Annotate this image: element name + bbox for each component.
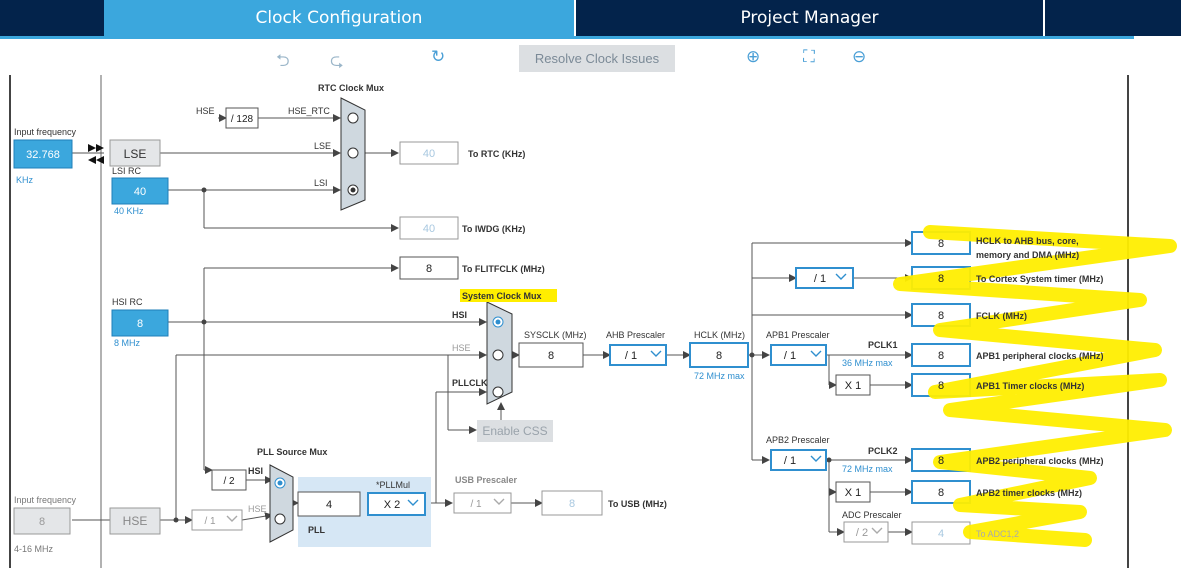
system-clock-mux-title: System Clock Mux <box>462 291 542 301</box>
pll-hsi-label: HSI <box>248 466 263 476</box>
adc-value: 4 <box>938 528 944 540</box>
lsi-rc-title: LSI RC <box>112 166 142 176</box>
apb1-peripheral-label: APB1 peripheral clocks (MHz) <box>976 351 1104 361</box>
apb1-prescaler-value: / 1 <box>784 350 796 362</box>
hclk-ahb-label-2: memory and DMA (MHz) <box>976 250 1079 260</box>
apb1-timer-multiplier: X 1 <box>845 380 862 392</box>
to-iwdg-label: To IWDG (KHz) <box>462 224 525 234</box>
hsi-value: 8 <box>137 318 143 330</box>
apb1-prescaler-label: APB1 Prescaler <box>766 330 830 340</box>
rtc-hse-label: HSE <box>196 106 215 116</box>
flitfclk-value: 8 <box>426 263 432 275</box>
fclk-label: FCLK (MHz) <box>976 311 1027 321</box>
input-frequency-label: Input frequency <box>14 127 77 137</box>
hse-rtc-label: HSE_RTC <box>288 106 330 116</box>
adc-prescaler-value: / 2 <box>856 527 868 539</box>
hsi-sub: 8 MHz <box>114 338 141 348</box>
hse-label: HSE <box>123 514 148 528</box>
hclk-label: HCLK (MHz) <box>694 330 745 340</box>
pll-hse-label: HSE <box>248 504 267 514</box>
usb-prescaler-value: / 1 <box>470 499 482 510</box>
sysclk-value: 8 <box>548 350 554 362</box>
rtc-div-128: / 128 <box>231 114 254 125</box>
cortex-divider-value: / 1 <box>814 273 826 285</box>
to-adc-label: To ADC1,2 <box>976 529 1019 539</box>
hse-range: 4-16 MHz <box>14 544 54 554</box>
usb-value: 8 <box>569 498 575 510</box>
lsi-sub: 40 KHz <box>114 206 144 216</box>
cortex-timer-value: 8 <box>938 273 944 285</box>
apb1-timer-value: 8 <box>938 380 944 392</box>
enable-css-button: Enable CSS <box>482 424 547 438</box>
lse-frequency-value: 32.768 <box>26 149 60 161</box>
hsi-rc-title: HSI RC <box>112 297 143 307</box>
pclk1-max: 36 MHz max <box>842 358 893 368</box>
to-usb-label: To USB (MHz) <box>608 499 667 509</box>
apb2-timer-multiplier: X 1 <box>845 487 862 499</box>
hse-frequency-value: 8 <box>39 516 45 528</box>
cortex-timer-label: To Cortex System timer (MHz) <box>976 274 1103 284</box>
apb2-prescaler-label: APB2 Prescaler <box>766 435 830 445</box>
hclk-max: 72 MHz max <box>694 371 745 381</box>
apb2-peripheral-value: 8 <box>938 455 944 467</box>
sysmux-hse-label: HSE <box>452 343 471 353</box>
hse-input-frequency-label: Input frequency <box>14 495 77 505</box>
pclk2-max: 72 MHz max <box>842 464 893 474</box>
pll-div2: / 2 <box>223 476 235 487</box>
pclk2-label: PCLK2 <box>868 446 898 456</box>
ahb-prescaler-value: / 1 <box>625 350 637 362</box>
sysmux-hsi-label: HSI <box>452 310 467 320</box>
pclk1-label: PCLK1 <box>868 340 898 350</box>
rtc-value: 40 <box>423 148 435 160</box>
pll-label: PLL <box>308 525 326 535</box>
sysclk-label: SYSCLK (MHz) <box>524 330 587 340</box>
adc-prescaler-label: ADC Prescaler <box>842 510 902 520</box>
apb1-timer-label: APB1 Timer clocks (MHz) <box>976 381 1084 391</box>
apb2-prescaler-value: / 1 <box>784 455 796 467</box>
apb2-timer-value: 8 <box>938 487 944 499</box>
rtc-mux-title: RTC Clock Mux <box>318 83 384 93</box>
fclk-value: 8 <box>938 310 944 322</box>
to-flitfclk-label: To FLITFCLK (MHz) <box>462 264 545 274</box>
iwdg-value: 40 <box>423 223 435 235</box>
rtc-lsi-label: LSI <box>314 178 328 188</box>
hse-prediv-value: / 1 <box>204 516 216 527</box>
hclk-ahb-label: HCLK to AHB bus, core, <box>976 236 1079 246</box>
to-rtc-label: To RTC (KHz) <box>468 149 525 159</box>
lse-unit: KHz <box>16 175 34 185</box>
apb1-peripheral-value: 8 <box>938 350 944 362</box>
pll-value: 4 <box>326 499 332 511</box>
sysmux-pllclk-label: PLLCLK <box>452 378 488 388</box>
clock-tree-diagram: Input frequency 32.768 KHz LSE LSI RC 40… <box>9 75 1177 568</box>
pllmul-value: X 2 <box>384 499 401 511</box>
apb2-peripheral-label: APB2 peripheral clocks (MHz) <box>976 456 1104 466</box>
pll-source-mux-title: PLL Source Mux <box>257 447 327 457</box>
pllmul-label: *PLLMul <box>376 480 410 490</box>
lse-label: LSE <box>124 147 147 161</box>
hclk-ahb-value: 8 <box>938 238 944 250</box>
rtc-lse-label: LSE <box>314 141 331 151</box>
lsi-value: 40 <box>134 186 146 198</box>
apb2-timer-label: APB2 timer clocks (MHz) <box>976 488 1082 498</box>
hclk-value: 8 <box>716 350 722 362</box>
ahb-prescaler-label: AHB Prescaler <box>606 330 665 340</box>
usb-prescaler-label: USB Prescaler <box>455 475 518 485</box>
